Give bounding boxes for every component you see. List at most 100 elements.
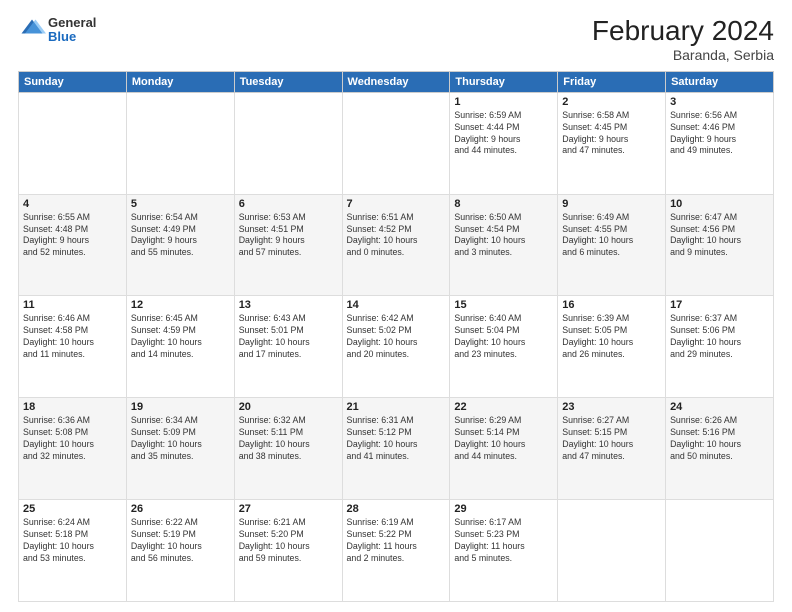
logo-general: General [48,16,96,30]
calendar-cell [666,500,774,602]
calendar-cell [558,500,666,602]
weekday-header-wednesday: Wednesday [342,71,450,92]
calendar-cell: 14 Sunrise: 6:42 AM Sunset: 5:02 PM Dayli… [342,296,450,398]
day-info: Sunrise: 6:37 AM Sunset: 5:06 PM Dayligh… [670,313,769,361]
day-number: 1 [454,96,553,108]
day-number: 9 [562,198,661,210]
weekday-header-saturday: Saturday [666,71,774,92]
day-info: Sunrise: 6:29 AM Sunset: 5:14 PM Dayligh… [454,415,553,463]
day-number: 11 [23,299,122,311]
day-number: 18 [23,401,122,413]
calendar-cell: 1 Sunrise: 6:59 AM Sunset: 4:44 PM Daylig… [450,92,558,194]
calendar-cell: 6 Sunrise: 6:53 AM Sunset: 4:51 PM Daylig… [234,194,342,296]
calendar-cell: 18 Sunrise: 6:36 AM Sunset: 5:08 PM Dayli… [19,398,127,500]
calendar-row-0: 1 Sunrise: 6:59 AM Sunset: 4:44 PM Daylig… [19,92,774,194]
day-info: Sunrise: 6:46 AM Sunset: 4:58 PM Dayligh… [23,313,122,361]
day-number: 15 [454,299,553,311]
day-info: Sunrise: 6:32 AM Sunset: 5:11 PM Dayligh… [239,415,338,463]
calendar-row-4: 25Sunrise: 6:24 AM Sunset: 5:18 PM Dayli… [19,500,774,602]
day-number: 21 [347,401,446,413]
calendar-cell: 25Sunrise: 6:24 AM Sunset: 5:18 PM Dayli… [19,500,127,602]
calendar-cell: 23Sunrise: 6:27 AM Sunset: 5:15 PM Dayli… [558,398,666,500]
day-info: Sunrise: 6:45 AM Sunset: 4:59 PM Dayligh… [131,313,230,361]
calendar-cell: 11 Sunrise: 6:46 AM Sunset: 4:58 PM Dayli… [19,296,127,398]
calendar-row-1: 4 Sunrise: 6:55 AM Sunset: 4:48 PM Daylig… [19,194,774,296]
calendar-cell: 17 Sunrise: 6:37 AM Sunset: 5:06 PM Dayli… [666,296,774,398]
day-info: Sunrise: 6:43 AM Sunset: 5:01 PM Dayligh… [239,313,338,361]
day-number: 7 [347,198,446,210]
calendar: SundayMondayTuesdayWednesdayThursdayFrid… [18,71,774,602]
day-info: Sunrise: 6:17 AM Sunset: 5:23 PM Dayligh… [454,517,553,565]
logo: General Blue [18,16,96,45]
day-number: 14 [347,299,446,311]
calendar-cell: 22 Sunrise: 6:29 AM Sunset: 5:14 PM Dayli… [450,398,558,500]
calendar-cell [126,92,234,194]
calendar-cell: 2Sunrise: 6:58 AM Sunset: 4:45 PM Daylig… [558,92,666,194]
calendar-cell: 29Sunrise: 6:17 AM Sunset: 5:23 PM Dayli… [450,500,558,602]
day-number: 3 [670,96,769,108]
day-number: 20 [239,401,338,413]
title-block: February 2024 Baranda, Serbia [592,16,774,63]
day-info: Sunrise: 6:19 AM Sunset: 5:22 PM Dayligh… [347,517,446,565]
calendar-cell: 15 Sunrise: 6:40 AM Sunset: 5:04 PM Dayli… [450,296,558,398]
day-info: Sunrise: 6:59 AM Sunset: 4:44 PM Dayligh… [454,110,553,158]
day-info: Sunrise: 6:58 AM Sunset: 4:45 PM Dayligh… [562,110,661,158]
calendar-cell: 26 Sunrise: 6:22 AM Sunset: 5:19 PM Dayli… [126,500,234,602]
calendar-cell: 16 Sunrise: 6:39 AM Sunset: 5:05 PM Dayli… [558,296,666,398]
month-year: February 2024 [592,16,774,47]
calendar-cell [234,92,342,194]
day-info: Sunrise: 6:27 AM Sunset: 5:15 PM Dayligh… [562,415,661,463]
calendar-cell: 3Sunrise: 6:56 AM Sunset: 4:46 PM Daylig… [666,92,774,194]
calendar-cell: 10 Sunrise: 6:47 AM Sunset: 4:56 PM Dayli… [666,194,774,296]
day-number: 10 [670,198,769,210]
day-info: Sunrise: 6:50 AM Sunset: 4:54 PM Dayligh… [454,212,553,260]
day-info: Sunrise: 6:26 AM Sunset: 5:16 PM Dayligh… [670,415,769,463]
logo-text: General Blue [48,16,96,45]
day-number: 16 [562,299,661,311]
day-number: 24 [670,401,769,413]
header: General Blue February 2024 Baranda, Serb… [18,16,774,63]
day-number: 17 [670,299,769,311]
calendar-cell: 5Sunrise: 6:54 AM Sunset: 4:49 PM Daylig… [126,194,234,296]
day-info: Sunrise: 6:21 AM Sunset: 5:20 PM Dayligh… [239,517,338,565]
weekday-header-sunday: Sunday [19,71,127,92]
calendar-cell [19,92,127,194]
day-info: Sunrise: 6:47 AM Sunset: 4:56 PM Dayligh… [670,212,769,260]
day-info: Sunrise: 6:24 AM Sunset: 5:18 PM Dayligh… [23,517,122,565]
weekday-header-friday: Friday [558,71,666,92]
day-info: Sunrise: 6:31 AM Sunset: 5:12 PM Dayligh… [347,415,446,463]
day-info: Sunrise: 6:42 AM Sunset: 5:02 PM Dayligh… [347,313,446,361]
calendar-cell: 4 Sunrise: 6:55 AM Sunset: 4:48 PM Daylig… [19,194,127,296]
calendar-row-2: 11 Sunrise: 6:46 AM Sunset: 4:58 PM Dayli… [19,296,774,398]
page: General Blue February 2024 Baranda, Serb… [0,0,792,612]
day-info: Sunrise: 6:54 AM Sunset: 4:49 PM Dayligh… [131,212,230,260]
day-info: Sunrise: 6:39 AM Sunset: 5:05 PM Dayligh… [562,313,661,361]
day-info: Sunrise: 6:22 AM Sunset: 5:19 PM Dayligh… [131,517,230,565]
day-number: 19 [131,401,230,413]
day-info: Sunrise: 6:51 AM Sunset: 4:52 PM Dayligh… [347,212,446,260]
day-number: 26 [131,503,230,515]
calendar-cell: 12Sunrise: 6:45 AM Sunset: 4:59 PM Dayli… [126,296,234,398]
location: Baranda, Serbia [592,47,774,63]
day-number: 4 [23,198,122,210]
logo-icon [18,16,46,44]
calendar-cell: 8Sunrise: 6:50 AM Sunset: 4:54 PM Daylig… [450,194,558,296]
day-info: Sunrise: 6:36 AM Sunset: 5:08 PM Dayligh… [23,415,122,463]
calendar-cell: 21 Sunrise: 6:31 AM Sunset: 5:12 PM Dayli… [342,398,450,500]
day-info: Sunrise: 6:40 AM Sunset: 5:04 PM Dayligh… [454,313,553,361]
day-number: 13 [239,299,338,311]
calendar-cell [342,92,450,194]
day-info: Sunrise: 6:55 AM Sunset: 4:48 PM Dayligh… [23,212,122,260]
calendar-cell: 7 Sunrise: 6:51 AM Sunset: 4:52 PM Daylig… [342,194,450,296]
calendar-cell: 19 Sunrise: 6:34 AM Sunset: 5:09 PM Dayli… [126,398,234,500]
day-info: Sunrise: 6:49 AM Sunset: 4:55 PM Dayligh… [562,212,661,260]
day-info: Sunrise: 6:53 AM Sunset: 4:51 PM Dayligh… [239,212,338,260]
calendar-cell: 13 Sunrise: 6:43 AM Sunset: 5:01 PM Dayli… [234,296,342,398]
day-number: 28 [347,503,446,515]
day-number: 22 [454,401,553,413]
logo-blue: Blue [48,30,96,44]
calendar-cell: 28 Sunrise: 6:19 AM Sunset: 5:22 PM Dayli… [342,500,450,602]
calendar-cell: 9 Sunrise: 6:49 AM Sunset: 4:55 PM Daylig… [558,194,666,296]
day-number: 6 [239,198,338,210]
day-info: Sunrise: 6:34 AM Sunset: 5:09 PM Dayligh… [131,415,230,463]
